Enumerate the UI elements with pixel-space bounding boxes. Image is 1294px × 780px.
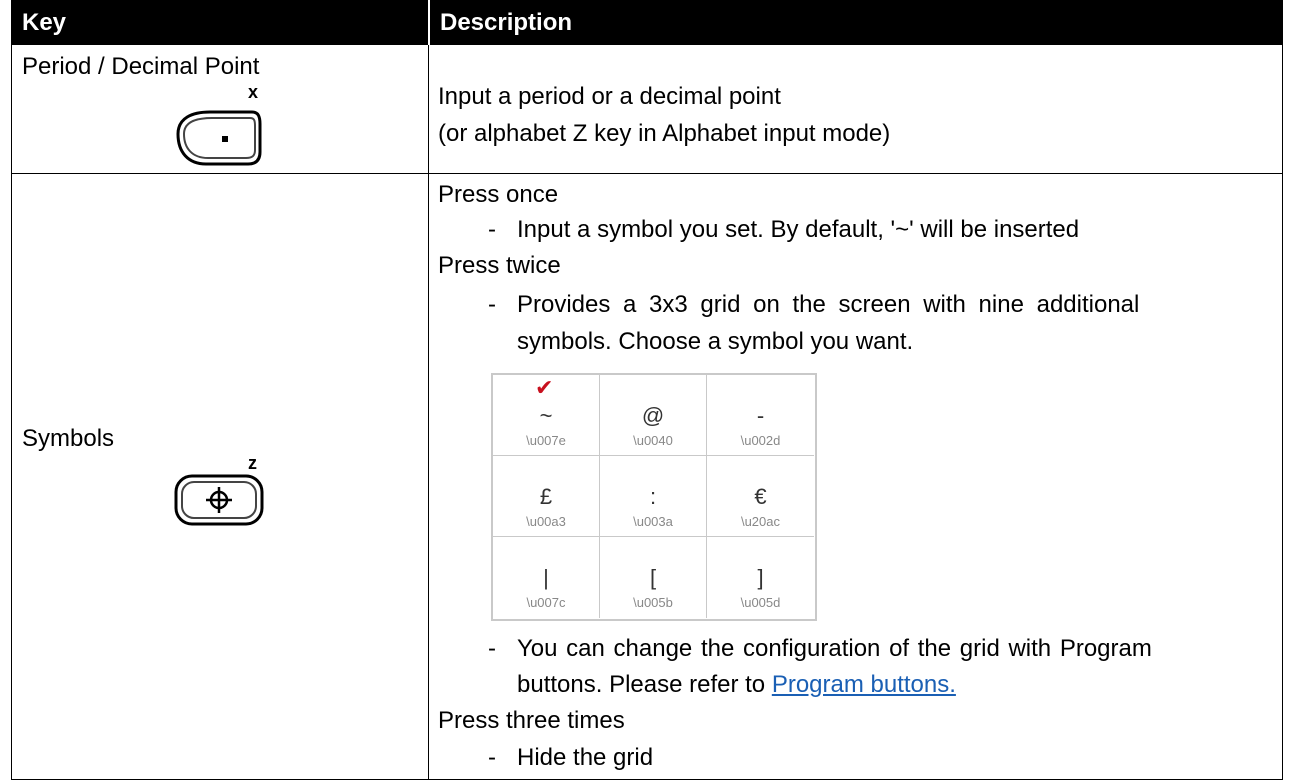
change-item-line-1: You can change the configuration of the …: [517, 635, 1152, 662]
grid-symbol: [: [649, 565, 657, 590]
grid-code: \u003a: [633, 514, 673, 529]
press-three-item: Hide the grid: [517, 744, 654, 771]
grid-cell[interactable]: € \u20ac: [707, 456, 814, 537]
press-once-item: Input a symbol you set. By default, '~' …: [517, 216, 1080, 243]
grid-cell[interactable]: @ \u0040: [600, 375, 707, 456]
grid-symbol: ]: [757, 565, 764, 590]
symbols-key-label: Symbols: [22, 425, 115, 452]
press-three-heading: Press three times: [438, 707, 625, 734]
grid-code: \u005d: [740, 595, 781, 610]
grid-code: \u005b: [633, 595, 673, 610]
grid-symbol: €: [754, 484, 767, 509]
bullet-dash: -: [488, 635, 496, 662]
grid-cell[interactable]: [ \u005b: [600, 537, 707, 618]
bullet-dash: -: [488, 744, 496, 771]
period-key-icon: [176, 110, 262, 166]
table-header: [11, 0, 1283, 45]
change-item-prefix: buttons. Please refer to: [517, 671, 772, 698]
grid-code: \u20ac: [740, 514, 781, 529]
bullet-dash: -: [488, 291, 496, 318]
grid-symbol: :: [649, 484, 657, 509]
header-key: Key: [22, 9, 67, 36]
press-twice-item-line-1: Provides a 3x3 grid on the screen with n…: [517, 291, 1140, 318]
header-description: Description: [440, 9, 573, 36]
press-twice-heading: Press twice: [438, 252, 561, 279]
bullet-dash: -: [488, 216, 496, 243]
grid-cell[interactable]: : \u003a: [600, 456, 707, 537]
period-key-superscript: x: [248, 82, 259, 102]
program-buttons-link[interactable]: Program buttons.: [772, 671, 956, 698]
grid-code: \u007e: [526, 433, 566, 448]
checkmark-icon: ✔: [535, 375, 554, 400]
grid-symbol: |: [543, 565, 549, 590]
grid-symbol: ~: [539, 403, 553, 428]
press-twice-item-line-2: symbols. Choose a symbol you want.: [517, 328, 914, 355]
grid-cell[interactable]: ] \u005d: [707, 537, 814, 618]
grid-cell[interactable]: | \u007c: [493, 537, 600, 618]
grid-code: \u0040: [633, 433, 673, 448]
crosshair-key-icon: [174, 474, 264, 526]
grid-code: \u002d: [740, 433, 781, 448]
change-item-line-2: buttons. Please refer to Program buttons…: [517, 670, 956, 700]
header-divider: [428, 0, 430, 45]
press-once-heading: Press once: [438, 181, 559, 208]
grid-code: \u00a3: [526, 514, 566, 529]
period-key-label: Period / Decimal Point: [22, 53, 260, 80]
grid-cell[interactable]: - \u002d: [707, 375, 814, 456]
period-desc-line-2: (or alphabet Z key in Alphabet input mod…: [438, 120, 891, 147]
symbols-key-superscript: z: [248, 453, 257, 473]
grid-cell[interactable]: ✔ ~ \u007e: [493, 375, 600, 456]
period-desc-line-1: Input a period or a decimal point: [438, 83, 781, 110]
grid-symbol: -: [756, 403, 765, 428]
grid-cell[interactable]: £ \u00a3: [493, 456, 600, 537]
grid-code: \u007c: [526, 595, 566, 610]
grid-symbol: £: [539, 484, 553, 509]
grid-symbol: @: [641, 403, 665, 428]
symbol-grid: ✔ ~ \u007e @ \u0040 - \u002d £ \u00a3 : …: [491, 373, 817, 621]
